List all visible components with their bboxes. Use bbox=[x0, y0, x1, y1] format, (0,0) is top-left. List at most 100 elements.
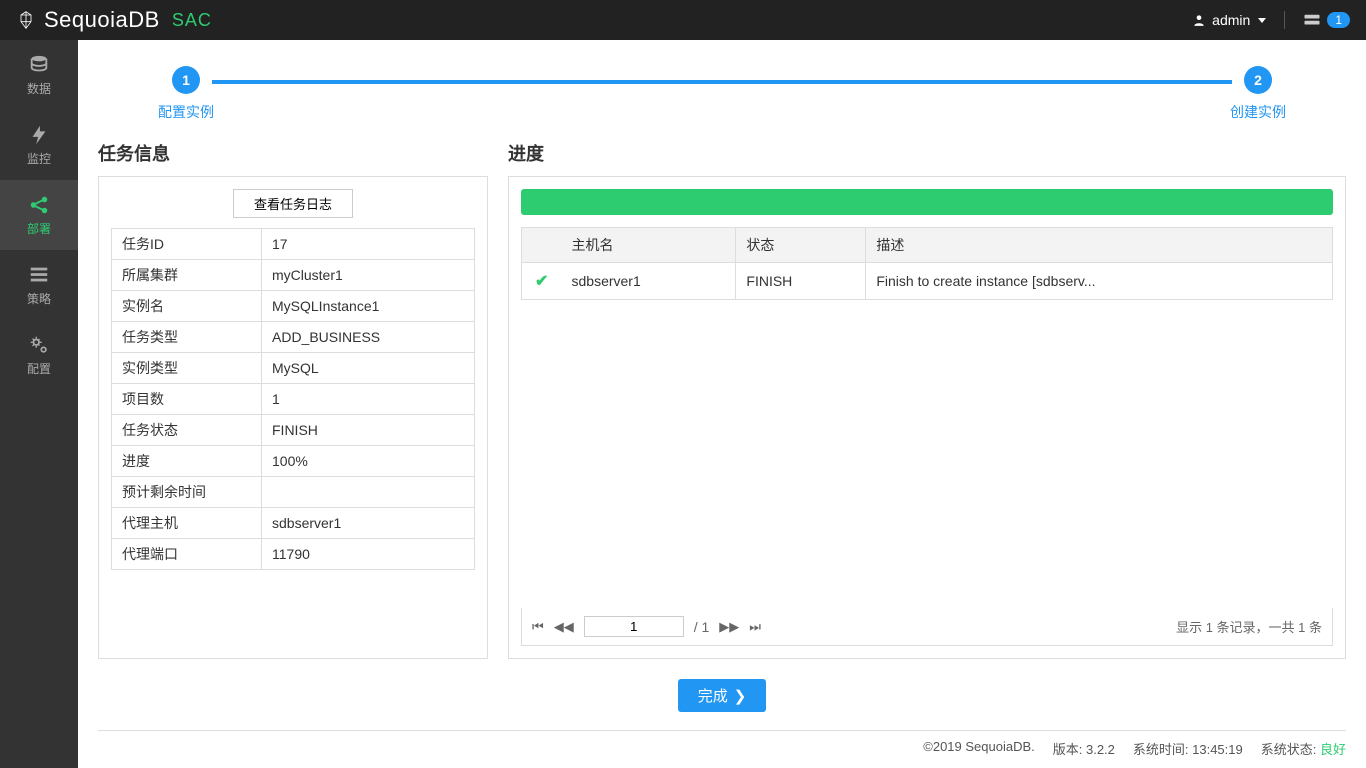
task-info-value: 11790 bbox=[262, 539, 475, 570]
bolt-icon bbox=[28, 124, 50, 146]
footer: ©2019 SequoiaDB. 版本: 3.2.2 系统时间: 13:45:1… bbox=[98, 730, 1346, 758]
progress-title: 进度 bbox=[508, 140, 1346, 166]
pager-total: / 1 bbox=[694, 619, 710, 635]
task-info-value: 1 bbox=[262, 384, 475, 415]
status-header: 状态 bbox=[736, 228, 866, 263]
server-icon bbox=[1303, 13, 1321, 27]
main-content: 1 配置实例 2 创建实例 任务信息 查看任务日志 任务ID17所属集群myCl… bbox=[78, 40, 1366, 768]
gears-icon bbox=[28, 334, 50, 356]
database-icon bbox=[28, 54, 50, 76]
pagination: ⏮ ◀◀ / 1 ▶▶ ⏭ 显示 1 条记录，一共 1 条 bbox=[521, 608, 1333, 646]
task-info-row: 任务ID17 bbox=[112, 229, 475, 260]
pager-prev-icon[interactable]: ◀◀ bbox=[554, 619, 574, 635]
view-log-button[interactable]: 查看任务日志 bbox=[233, 189, 353, 218]
user-name: admin bbox=[1212, 12, 1250, 28]
task-info-value bbox=[262, 477, 475, 508]
host-header: 主机名 bbox=[562, 228, 736, 263]
task-info-row: 实例名MySQLInstance1 bbox=[112, 291, 475, 322]
task-info-value: myCluster1 bbox=[262, 260, 475, 291]
step-1[interactable]: 1 配置实例 bbox=[158, 66, 214, 122]
finish-button[interactable]: 完成 ❯ bbox=[678, 679, 767, 712]
task-info-key: 代理主机 bbox=[112, 508, 262, 539]
task-info-key: 代理端口 bbox=[112, 539, 262, 570]
sidebar-item-monitor[interactable]: 监控 bbox=[0, 110, 78, 180]
task-info-value: sdbserver1 bbox=[262, 508, 475, 539]
chevron-right-icon: ❯ bbox=[734, 687, 747, 705]
sidebar-item-label: 策略 bbox=[27, 290, 51, 307]
step-label: 创建实例 bbox=[1230, 102, 1286, 122]
step-connector bbox=[212, 80, 1232, 84]
task-info-row: 预计剩余时间 bbox=[112, 477, 475, 508]
header-actions: admin 1 bbox=[1192, 11, 1350, 29]
step-2[interactable]: 2 创建实例 bbox=[1230, 66, 1286, 122]
sidebar-item-label: 部署 bbox=[27, 220, 51, 237]
task-info-value: ADD_BUSINESS bbox=[262, 322, 475, 353]
task-info-value: 100% bbox=[262, 446, 475, 477]
task-info-value: 17 bbox=[262, 229, 475, 260]
task-info-key: 任务类型 bbox=[112, 322, 262, 353]
sidebar: 数据 监控 部署 策略 配置 bbox=[0, 40, 78, 768]
task-info-value: MySQL bbox=[262, 353, 475, 384]
sidebar-item-label: 数据 bbox=[27, 80, 51, 97]
pager-current-input[interactable] bbox=[584, 616, 684, 637]
footer-copyright: ©2019 SequoiaDB. bbox=[923, 739, 1035, 758]
server-status-button[interactable]: 1 bbox=[1303, 12, 1350, 28]
task-info-key: 实例名 bbox=[112, 291, 262, 322]
step-circle: 1 bbox=[172, 66, 200, 94]
task-info-value: FINISH bbox=[262, 415, 475, 446]
record-summary: 显示 1 条记录，一共 1 条 bbox=[1176, 617, 1322, 636]
brand-area: SequoiaDB SAC bbox=[16, 7, 212, 33]
task-info-row: 项目数1 bbox=[112, 384, 475, 415]
sidebar-item-data[interactable]: 数据 bbox=[0, 40, 78, 110]
sidebar-item-label: 监控 bbox=[27, 150, 51, 167]
sidebar-item-strategy[interactable]: 策略 bbox=[0, 250, 78, 320]
sidebar-item-deploy[interactable]: 部署 bbox=[0, 180, 78, 250]
action-row: 完成 ❯ bbox=[98, 679, 1346, 712]
row-status-cell: ✔ bbox=[522, 263, 562, 300]
step-label: 配置实例 bbox=[158, 102, 214, 122]
row-desc: Finish to create instance [sdbserv... bbox=[866, 263, 1333, 300]
wizard-stepper: 1 配置实例 2 创建实例 bbox=[158, 66, 1286, 122]
footer-status-value: 良好 bbox=[1320, 742, 1346, 757]
user-menu[interactable]: admin bbox=[1192, 12, 1266, 28]
task-info-row: 所属集群myCluster1 bbox=[112, 260, 475, 291]
logo-icon bbox=[16, 10, 36, 30]
pager-next-icon[interactable]: ▶▶ bbox=[719, 619, 739, 635]
task-info-value: MySQLInstance1 bbox=[262, 291, 475, 322]
brand-sublabel: SAC bbox=[172, 10, 212, 31]
task-info-key: 实例类型 bbox=[112, 353, 262, 384]
progress-bar bbox=[521, 189, 1333, 215]
sidebar-item-label: 配置 bbox=[27, 360, 51, 377]
footer-systime: 系统时间: 13:45:19 bbox=[1133, 739, 1243, 758]
task-info-key: 预计剩余时间 bbox=[112, 477, 262, 508]
task-info-row: 任务状态FINISH bbox=[112, 415, 475, 446]
task-info-row: 代理端口11790 bbox=[112, 539, 475, 570]
task-info-panel: 查看任务日志 任务ID17所属集群myCluster1实例名MySQLInsta… bbox=[98, 176, 488, 659]
task-info-title: 任务信息 bbox=[98, 140, 488, 166]
pager-first-icon[interactable]: ⏮ bbox=[532, 619, 544, 635]
finish-button-label: 完成 bbox=[698, 685, 728, 706]
task-info-row: 代理主机sdbserver1 bbox=[112, 508, 475, 539]
status-icon-header bbox=[522, 228, 562, 263]
task-info-key: 所属集群 bbox=[112, 260, 262, 291]
task-info-row: 实例类型MySQL bbox=[112, 353, 475, 384]
user-icon bbox=[1192, 13, 1206, 27]
task-info-row: 进度100% bbox=[112, 446, 475, 477]
brand-name: SequoiaDB bbox=[44, 7, 160, 33]
footer-version: 版本: 3.2.2 bbox=[1053, 739, 1115, 758]
task-info-key: 任务状态 bbox=[112, 415, 262, 446]
sidebar-item-config[interactable]: 配置 bbox=[0, 320, 78, 390]
check-icon: ✔ bbox=[535, 273, 548, 290]
row-status: FINISH bbox=[736, 263, 866, 300]
task-info-key: 项目数 bbox=[112, 384, 262, 415]
task-info-row: 任务类型ADD_BUSINESS bbox=[112, 322, 475, 353]
list-icon bbox=[28, 264, 50, 286]
top-header: SequoiaDB SAC admin 1 bbox=[0, 0, 1366, 40]
row-host: sdbserver1 bbox=[562, 263, 736, 300]
footer-status: 系统状态: 良好 bbox=[1261, 739, 1346, 758]
notification-badge: 1 bbox=[1327, 12, 1350, 28]
pager-last-icon[interactable]: ⏭ bbox=[749, 619, 761, 635]
progress-panel: 主机名 状态 描述 ✔ sdbserver1 FINISH Finish to … bbox=[508, 176, 1346, 659]
task-info-key: 任务ID bbox=[112, 229, 262, 260]
caret-down-icon bbox=[1258, 18, 1266, 23]
